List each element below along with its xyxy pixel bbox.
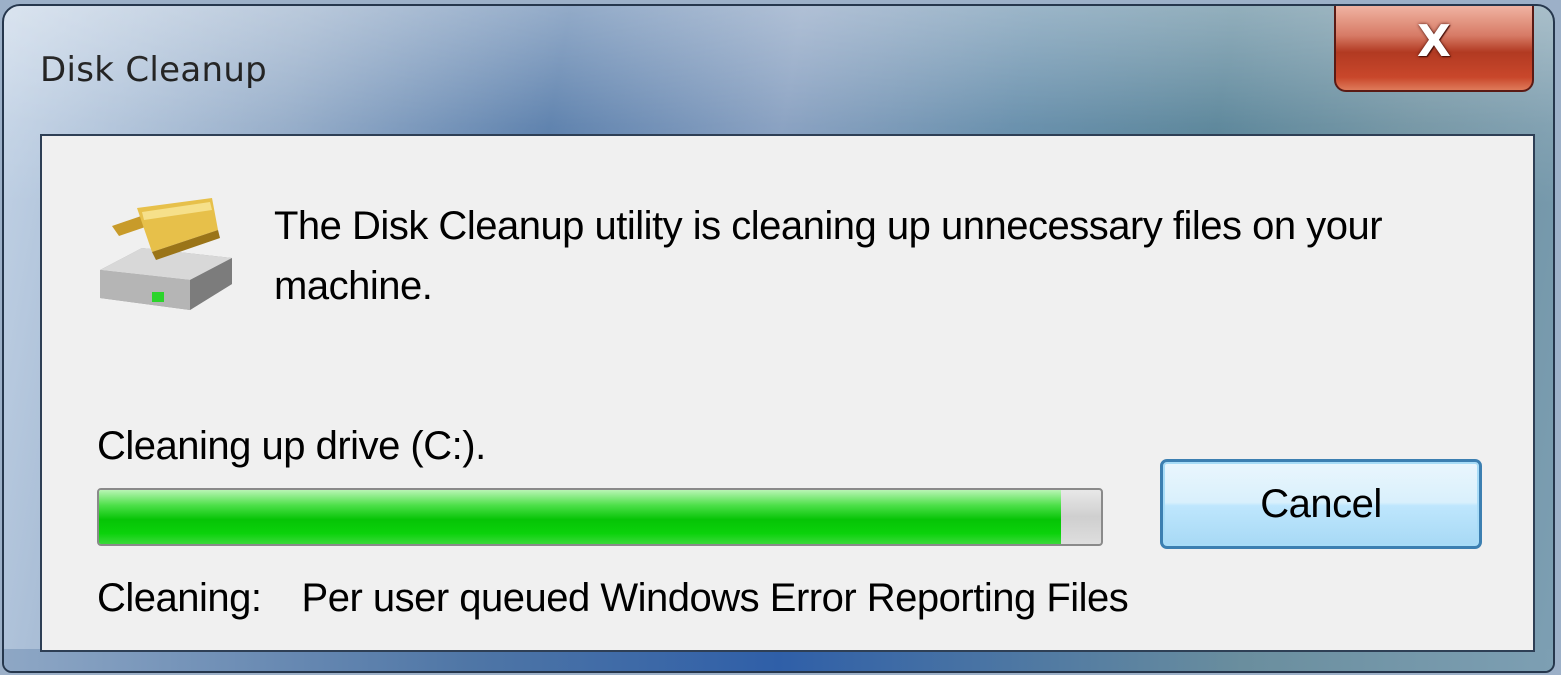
disk-cleanup-window: Disk Cleanup X The Disk Cleanup utility … [2, 4, 1555, 673]
window-title: Disk Cleanup [40, 50, 268, 90]
dialog-body: The Disk Cleanup utility is cleaning up … [40, 134, 1535, 652]
dialog-message: The Disk Cleanup utility is cleaning up … [274, 204, 1383, 308]
status-prefix: Cleaning: [97, 576, 262, 620]
window-bottom-frame [4, 649, 1553, 671]
progress-fill [99, 490, 1061, 544]
close-icon: X [1417, 16, 1451, 67]
progress-bar [97, 488, 1103, 546]
disk-cleanup-icon [100, 198, 232, 310]
drive-label: Cleaning up drive (C:). [97, 424, 486, 468]
status-item: Per user queued Windows Error Reporting … [301, 576, 1129, 620]
status-line: Cleaning: Per user queued Windows Error R… [97, 576, 1129, 621]
close-button[interactable]: X [1334, 6, 1534, 92]
cancel-button[interactable]: Cancel [1160, 459, 1482, 549]
